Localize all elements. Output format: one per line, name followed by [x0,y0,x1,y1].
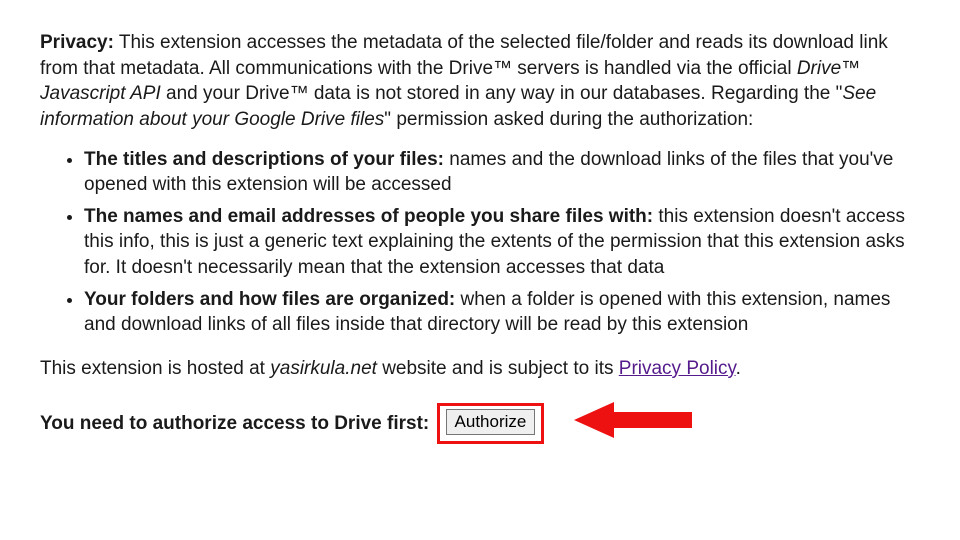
hosted-after: . [736,358,741,379]
arrow-left-icon [574,400,694,448]
privacy-text-3: " permission asked during the authorizat… [384,109,753,130]
list-item: The names and email addresses of people … [84,204,920,281]
authorize-prompt: You need to authorize access to Drive fi… [40,413,429,434]
authorize-row: You need to authorize access to Drive fi… [40,400,920,448]
privacy-text-2: and your Drive™ data is not stored in an… [161,83,843,104]
hosted-site: yasirkula.net [270,358,377,379]
hosted-paragraph: This extension is hosted at yasirkula.ne… [40,356,920,382]
privacy-paragraph: Privacy: This extension accesses the met… [40,30,920,133]
authorize-button[interactable]: Authorize [446,409,536,435]
bullet-bold: Your folders and how files are organized… [84,289,455,310]
authorize-highlight-box: Authorize [437,403,545,444]
bullet-bold: The titles and descriptions of your file… [84,149,444,170]
privacy-bullet-list: The titles and descriptions of your file… [40,147,920,338]
list-item: Your folders and how files are organized… [84,287,920,338]
privacy-text-1: This extension accesses the metadata of … [40,32,888,79]
list-item: The titles and descriptions of your file… [84,147,920,198]
privacy-policy-link[interactable]: Privacy Policy [619,358,736,379]
hosted-mid: website and is subject to its [377,358,619,379]
hosted-before: This extension is hosted at [40,358,270,379]
privacy-label: Privacy: [40,32,114,53]
bullet-bold: The names and email addresses of people … [84,206,653,227]
